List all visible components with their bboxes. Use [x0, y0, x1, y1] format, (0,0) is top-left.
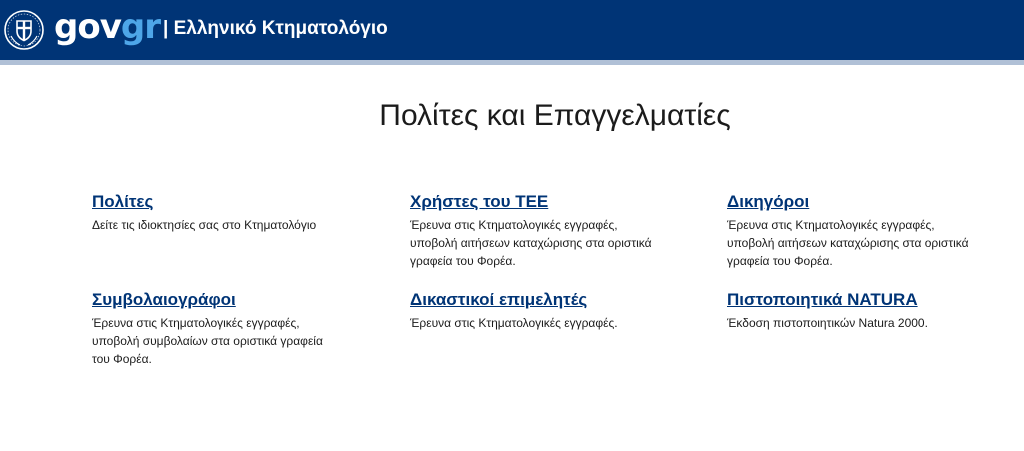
card-bailiffs: Δικαστικοί επιμελητές Έρευνα στις Κτηματ… — [410, 290, 670, 332]
site-title: | Ελληνικό Κτηματολόγιο — [163, 18, 388, 39]
card-notaries: Συμβολαιογράφοι Έρευνα στις Κτηματολογικ… — [92, 290, 342, 368]
bailiffs-link[interactable]: Δικαστικοί επιμελητές — [410, 290, 587, 310]
site-header: govgr | Ελληνικό Κτηματολόγιο — [0, 0, 1024, 60]
natura-certificates-link[interactable]: Πιστοποιητικά NATURA — [727, 290, 918, 310]
notaries-link[interactable]: Συμβολαιογράφοι — [92, 290, 236, 310]
notaries-description: Έρευνα στις Κτηματολογικές εγγραφές, υπο… — [92, 316, 323, 366]
page-title: Πολίτες και Επαγγελματίες — [379, 99, 731, 132]
lawyers-link[interactable]: Δικηγόροι — [727, 192, 809, 212]
natura-description: Έκδοση πιστοποιητικών Natura 2000. — [727, 316, 928, 330]
citizens-link[interactable]: Πολίτες — [92, 192, 153, 212]
card-citizens: Πολίτες Δείτε τις ιδιοκτησίες σας στο Κτ… — [92, 192, 352, 234]
tee-users-link[interactable]: Χρήστες του ΤΕΕ — [410, 192, 548, 212]
card-lawyers: Δικηγόροι Έρευνα στις Κτηματολογικές εγγ… — [727, 192, 972, 270]
tee-users-description: Έρευνα στις Κτηματολογικές εγγραφές, υπο… — [410, 218, 652, 268]
bailiffs-description: Έρευνα στις Κτηματολογικές εγγραφές. — [410, 316, 618, 330]
hellenic-republic-emblem-icon[interactable] — [3, 9, 45, 51]
govgr-logo[interactable]: govgr — [54, 7, 161, 47]
logo-gr: gr — [120, 7, 161, 47]
header-divider — [0, 60, 1024, 65]
card-tee-users: Χρήστες του ΤΕΕ Έρευνα στις Κτηματολογικ… — [410, 192, 655, 270]
lawyers-description: Έρευνα στις Κτηματολογικές εγγραφές, υπο… — [727, 218, 969, 268]
logo-gov: gov — [54, 7, 122, 47]
citizens-description: Δείτε τις ιδιοκτησίες σας στο Κτηματολόγ… — [92, 218, 317, 232]
card-natura: Πιστοποιητικά NATURA Έκδοση πιστοποιητικ… — [727, 290, 987, 332]
